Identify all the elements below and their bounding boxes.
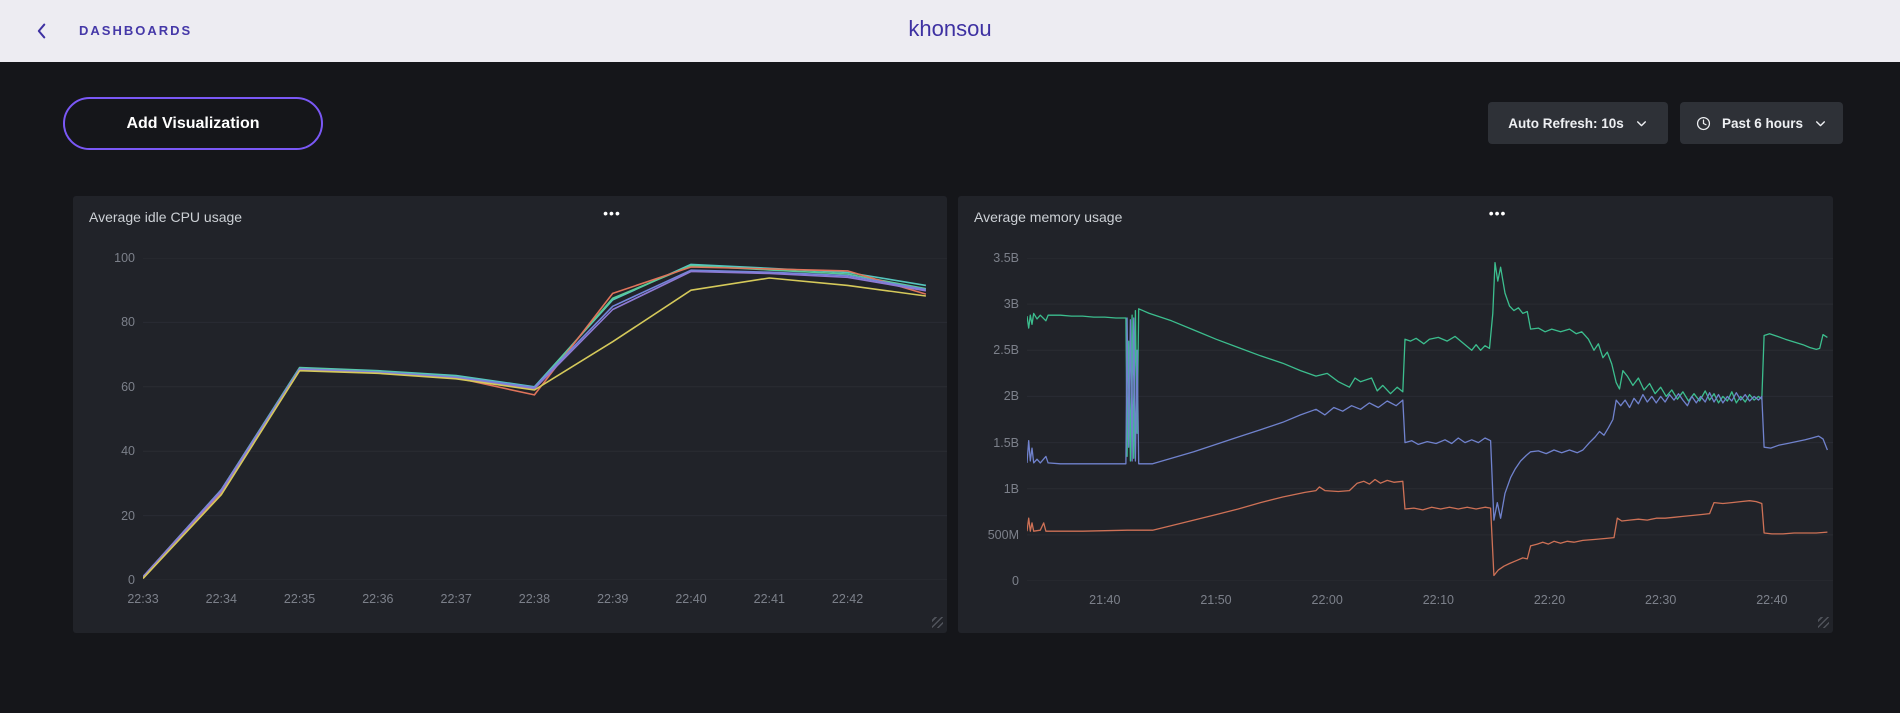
- y-axis-tick: 500M: [961, 528, 1019, 542]
- series-blue: [1027, 318, 1827, 520]
- x-axis-tick: 21:50: [1181, 593, 1251, 607]
- x-axis-tick: 22:39: [578, 592, 648, 606]
- series-green: [1027, 263, 1827, 461]
- mem-chart-svg: [1027, 258, 1833, 581]
- x-axis-tick: 22:41: [734, 592, 804, 606]
- y-axis-tick: 40: [77, 444, 135, 458]
- y-axis-tick: 1B: [961, 482, 1019, 496]
- memory-usage-chart[interactable]: [1027, 258, 1833, 581]
- top-bar: DASHBOARDS khonsou: [0, 0, 1900, 62]
- dashboard-page: DASHBOARDS khonsou Add Visualization Aut…: [0, 0, 1900, 713]
- time-range-dropdown[interactable]: Past 6 hours: [1680, 102, 1843, 144]
- y-axis-tick: 3B: [961, 297, 1019, 311]
- panel-resize-handle[interactable]: [932, 617, 943, 628]
- add-visualization-button[interactable]: Add Visualization: [63, 97, 323, 150]
- panel-menu-ellipsis-icon[interactable]: •••: [599, 202, 625, 224]
- time-range-label: Past 6 hours: [1722, 116, 1803, 131]
- x-axis-tick: 22:34: [186, 592, 256, 606]
- x-axis-tick: 22:36: [343, 592, 413, 606]
- series-teal: [143, 264, 926, 576]
- y-axis-tick: 60: [77, 380, 135, 394]
- series-purple: [143, 272, 926, 577]
- x-axis-tick: 22:37: [421, 592, 491, 606]
- series-mint: [143, 266, 926, 577]
- panel-cpu-usage: Average idle CPU usage ••• 0 20 40 60 80 100 2…: [73, 196, 947, 633]
- y-axis-tick: 0: [77, 573, 135, 587]
- chevron-down-icon: [1814, 117, 1827, 130]
- series-salmon: [1027, 480, 1827, 576]
- auto-refresh-label: Auto Refresh: 10s: [1508, 116, 1624, 131]
- y-axis-tick: 0: [961, 574, 1019, 588]
- cpu-chart-svg: [143, 258, 947, 580]
- panel-resize-handle[interactable]: [1818, 617, 1829, 628]
- page-title: khonsou: [0, 16, 1900, 42]
- x-axis-tick: 22:42: [813, 592, 883, 606]
- y-axis-tick: 80: [77, 315, 135, 329]
- x-axis-tick: 22:35: [265, 592, 335, 606]
- y-axis-tick: 2.5B: [961, 343, 1019, 357]
- cpu-usage-chart[interactable]: [143, 258, 947, 580]
- x-axis-tick: 21:40: [1070, 593, 1140, 607]
- chevron-down-icon: [1635, 117, 1648, 130]
- x-axis-tick: 22:40: [656, 592, 726, 606]
- panel-title: Average memory usage: [974, 209, 1122, 225]
- series-blue: [143, 270, 926, 577]
- y-axis-tick: 100: [77, 251, 135, 265]
- y-axis-tick: 20: [77, 509, 135, 523]
- x-axis-tick: 22:10: [1403, 593, 1473, 607]
- y-axis-tick: 2B: [961, 389, 1019, 403]
- x-axis-tick: 22:33: [108, 592, 178, 606]
- y-axis-tick: 1.5B: [961, 436, 1019, 450]
- x-axis-tick: 22:38: [499, 592, 569, 606]
- panel-title: Average idle CPU usage: [89, 209, 242, 225]
- x-axis-tick: 22:20: [1515, 593, 1585, 607]
- x-axis-tick: 22:40: [1737, 593, 1807, 607]
- series-salmon: [143, 267, 926, 578]
- y-axis-tick: 3.5B: [961, 251, 1019, 265]
- x-axis-tick: 22:00: [1292, 593, 1362, 607]
- auto-refresh-dropdown[interactable]: Auto Refresh: 10s: [1488, 102, 1668, 144]
- x-axis-tick: 22:30: [1626, 593, 1696, 607]
- panel-menu-ellipsis-icon[interactable]: •••: [1485, 202, 1511, 224]
- panel-memory-usage: Average memory usage ••• 0 500M 1B 1.5B 2B 2.…: [958, 196, 1833, 633]
- clock-icon: [1696, 116, 1711, 131]
